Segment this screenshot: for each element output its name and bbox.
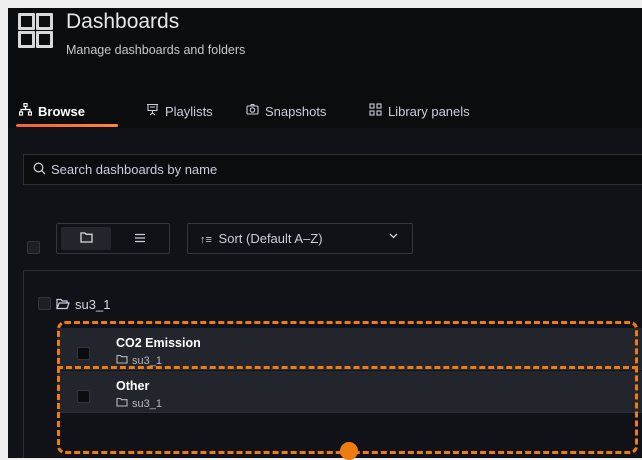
dashboard-row[interactable]: CO2 Emission su3_1 bbox=[57, 328, 642, 370]
folder-icon bbox=[79, 231, 93, 246]
page-subtitle: Manage dashboards and folders bbox=[66, 43, 246, 57]
dashboard-title[interactable]: CO2 Emission bbox=[116, 336, 201, 350]
page-header: Dashboards Manage dashboards and folders… bbox=[8, 8, 642, 128]
chevron-down-icon bbox=[389, 230, 398, 242]
dashboard-checkbox[interactable] bbox=[77, 390, 90, 403]
tab-snapshots[interactable]: Snapshots bbox=[246, 96, 326, 126]
search-icon bbox=[33, 162, 46, 178]
dashboard-folder: su3_1 bbox=[116, 397, 162, 410]
dashboard-row[interactable]: Other su3_1 bbox=[57, 371, 642, 413]
sort-label-wrap: ↑≡ Sort (Default A–Z) bbox=[200, 231, 323, 246]
sort-label: Sort (Default A–Z) bbox=[218, 231, 323, 246]
dashboard-checkbox[interactable] bbox=[77, 347, 90, 360]
dashboard-folder-name: su3_1 bbox=[132, 354, 162, 367]
list-view-button[interactable] bbox=[115, 227, 165, 250]
presentation-icon bbox=[146, 103, 159, 119]
tab-browse[interactable]: Browse bbox=[18, 96, 85, 126]
folder-row[interactable]: su3_1 bbox=[24, 271, 642, 316]
active-tab-indicator bbox=[16, 124, 118, 127]
tab-playlists-label: Playlists bbox=[165, 103, 213, 119]
tab-bar: Browse Playlists Snapshots Library panel… bbox=[8, 96, 642, 128]
page-title: Dashboards bbox=[66, 10, 180, 33]
camera-icon bbox=[246, 103, 259, 119]
sort-icon: ↑≡ bbox=[200, 234, 212, 246]
folder-view-button[interactable] bbox=[61, 227, 111, 250]
dashboard-grid-icon bbox=[18, 13, 53, 48]
sitemap-icon bbox=[18, 102, 33, 119]
list-icon bbox=[134, 231, 146, 246]
tab-library-panels-label: Library panels bbox=[388, 103, 470, 119]
dashboard-list: su3_1 CO2 Emission su3_1 Other su3_1 bbox=[23, 270, 642, 458]
folder-checkbox[interactable] bbox=[38, 297, 51, 310]
tab-playlists[interactable]: Playlists bbox=[146, 96, 213, 126]
cursor-marker bbox=[340, 442, 358, 460]
sort-select[interactable]: ↑≡ Sort (Default A–Z) bbox=[187, 223, 413, 254]
search-input[interactable]: Search dashboards by name bbox=[23, 154, 642, 185]
dashboards-app: Dashboards Manage dashboards and folders… bbox=[8, 8, 642, 458]
tab-snapshots-label: Snapshots bbox=[265, 103, 327, 119]
folder-open-icon bbox=[56, 297, 70, 313]
select-all-checkbox[interactable] bbox=[27, 241, 40, 254]
folder-icon bbox=[116, 397, 128, 410]
apps-icon bbox=[369, 103, 382, 119]
folder-name: su3_1 bbox=[75, 297, 111, 312]
view-toggle bbox=[56, 223, 170, 254]
dashboard-title[interactable]: Other bbox=[116, 379, 149, 393]
tab-library-panels[interactable]: Library panels bbox=[369, 96, 470, 126]
highlight-divider bbox=[57, 366, 638, 369]
tab-browse-label: Browse bbox=[38, 103, 85, 119]
search-placeholder: Search dashboards by name bbox=[51, 162, 218, 177]
dashboard-folder-name: su3_1 bbox=[132, 397, 162, 410]
